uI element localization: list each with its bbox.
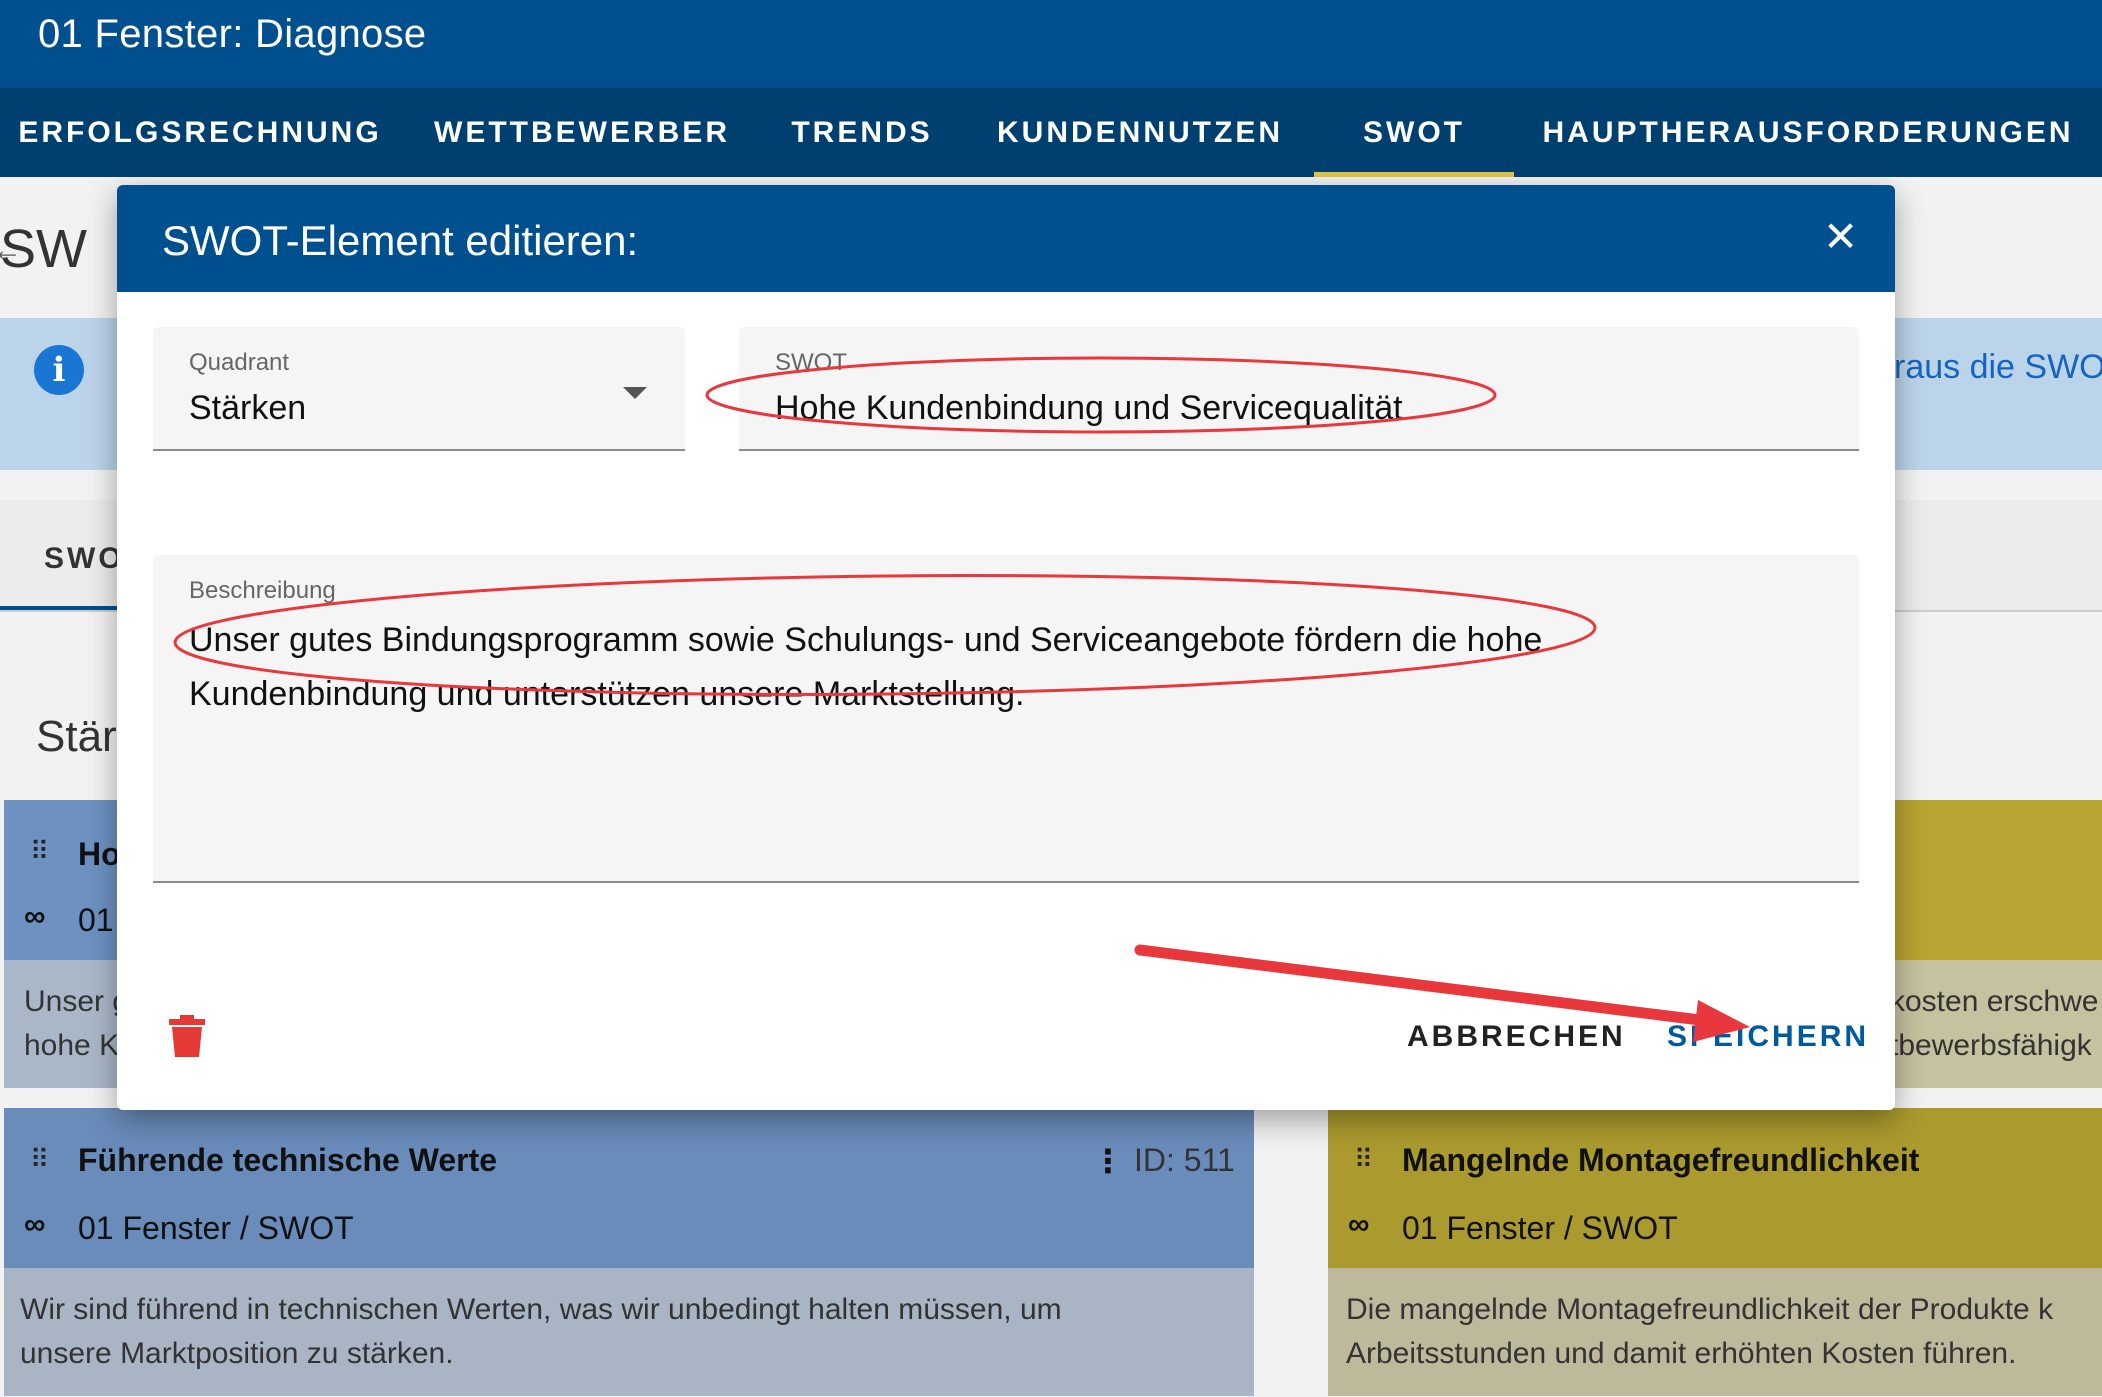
main-tabs: ERFOLGSRECHNUNG WETTBEWERBER TRENDS KUND…: [0, 88, 2102, 177]
tab-kundennutzen[interactable]: KUNDENNUTZEN: [960, 88, 1320, 177]
tab-trends[interactable]: TRENDS: [764, 88, 960, 177]
dialog-header: SWOT-Element editieren: ✕: [117, 185, 1895, 292]
description-label: Beschreibung: [189, 577, 336, 604]
description-value[interactable]: Unser gutes Bindungsprogramm sowie Schul…: [189, 613, 1542, 721]
swot-input[interactable]: SWOT Hohe Kundenbindung und Servicequali…: [739, 327, 1859, 451]
app-title: 01 Fenster: Diagnose: [0, 0, 2102, 88]
tab-swot[interactable]: SWOT: [1314, 88, 1514, 177]
tab-hauptherausforderungen[interactable]: HAUPTHERAUSFORDERUNGEN: [1514, 88, 2102, 177]
cancel-button[interactable]: ABBRECHEN: [1407, 1020, 1626, 1054]
quadrant-value: Stärken: [189, 389, 307, 427]
swot-value[interactable]: Hohe Kundenbindung und Servicequalität: [775, 389, 1403, 428]
trash-icon[interactable]: [169, 1015, 205, 1057]
quadrant-select[interactable]: Quadrant Stärken: [153, 327, 685, 451]
swot-label: SWOT: [775, 349, 847, 376]
close-icon[interactable]: ✕: [1823, 212, 1858, 261]
tab-erfolgsrechnung[interactable]: ERFOLGSRECHNUNG: [0, 88, 400, 177]
edit-swot-dialog: SWOT-Element editieren: ✕ Quadrant Stärk…: [117, 185, 1895, 1110]
dropdown-arrow-icon[interactable]: [623, 387, 647, 399]
description-line: Kundenbindung und unterstützen unsere Ma…: [189, 675, 1025, 713]
save-button[interactable]: SPEICHERN: [1667, 1020, 1869, 1054]
dialog-title: SWOT-Element editieren:: [162, 217, 639, 264]
description-line: Unser gutes Bindungsprogramm sowie Schul…: [189, 621, 1543, 659]
quadrant-label: Quadrant: [189, 349, 290, 376]
description-textarea[interactable]: Beschreibung Unser gutes Bindungsprogram…: [153, 555, 1859, 883]
tab-wettbewerber[interactable]: WETTBEWERBER: [400, 88, 764, 177]
